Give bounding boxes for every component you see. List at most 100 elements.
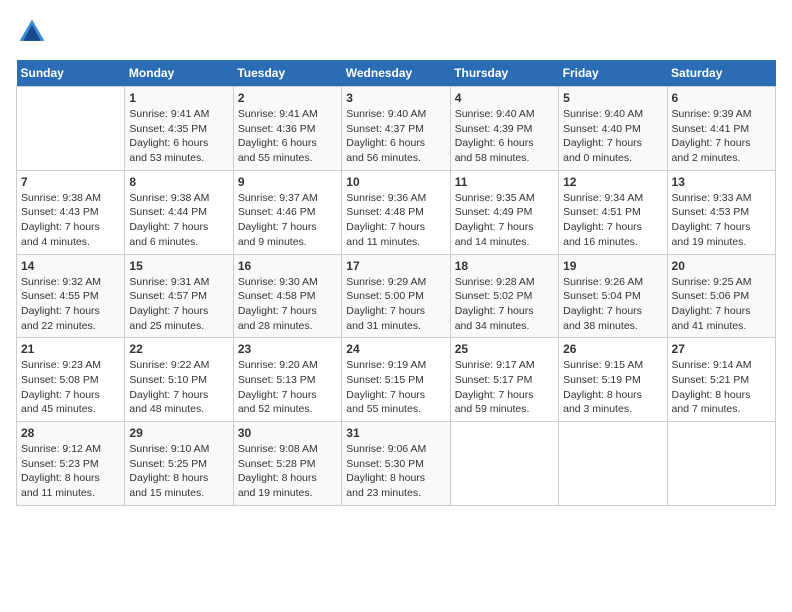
day-info: Sunrise: 9:08 AM Sunset: 5:28 PM Dayligh… [238,442,337,501]
day-number: 24 [346,342,445,356]
calendar-day-cell: 28 Sunrise: 9:12 AM Sunset: 5:23 PM Dayli… [17,422,125,506]
day-info: Sunrise: 9:40 AM Sunset: 4:39 PM Dayligh… [455,107,554,166]
calendar-day-cell: 19 Sunrise: 9:26 AM Sunset: 5:04 PM Dayli… [559,254,667,338]
calendar-day-cell: 15 Sunrise: 9:31 AM Sunset: 4:57 PM Dayli… [125,254,233,338]
calendar-day-cell: 5Sunrise: 9:40 AM Sunset: 4:40 PM Daylig… [559,87,667,171]
day-number: 13 [672,175,771,189]
day-number: 7 [21,175,120,189]
calendar-day-cell [667,422,775,506]
day-number: 12 [563,175,662,189]
calendar-day-cell: 12 Sunrise: 9:34 AM Sunset: 4:51 PM Dayli… [559,170,667,254]
day-number: 18 [455,259,554,273]
calendar-day-cell [450,422,558,506]
calendar-table: SundayMondayTuesdayWednesdayThursdayFrid… [16,60,776,506]
day-info: Sunrise: 9:39 AM Sunset: 4:41 PM Dayligh… [672,107,771,166]
calendar-day-cell: 24 Sunrise: 9:19 AM Sunset: 5:15 PM Dayli… [342,338,450,422]
day-info: Sunrise: 9:38 AM Sunset: 4:44 PM Dayligh… [129,191,228,250]
calendar-day-cell: 9 Sunrise: 9:37 AM Sunset: 4:46 PM Daylig… [233,170,341,254]
calendar-week-row: 14 Sunrise: 9:32 AM Sunset: 4:55 PM Dayli… [17,254,776,338]
day-number: 3 [346,91,445,105]
day-number: 2 [238,91,337,105]
day-info: Sunrise: 9:20 AM Sunset: 5:13 PM Dayligh… [238,358,337,417]
day-number: 10 [346,175,445,189]
day-info: Sunrise: 9:37 AM Sunset: 4:46 PM Dayligh… [238,191,337,250]
calendar-day-cell [559,422,667,506]
calendar-day-cell: 7 Sunrise: 9:38 AM Sunset: 4:43 PM Daylig… [17,170,125,254]
day-info: Sunrise: 9:36 AM Sunset: 4:48 PM Dayligh… [346,191,445,250]
day-info: Sunrise: 9:30 AM Sunset: 4:58 PM Dayligh… [238,275,337,334]
day-number: 27 [672,342,771,356]
header-day: Thursday [450,60,558,87]
day-info: Sunrise: 9:38 AM Sunset: 4:43 PM Dayligh… [21,191,120,250]
day-info: Sunrise: 9:12 AM Sunset: 5:23 PM Dayligh… [21,442,120,501]
calendar-day-cell: 2 Sunrise: 9:41 AM Sunset: 4:36 PM Daylig… [233,87,341,171]
day-number: 23 [238,342,337,356]
header-day: Saturday [667,60,775,87]
day-number: 22 [129,342,228,356]
day-info: Sunrise: 9:10 AM Sunset: 5:25 PM Dayligh… [129,442,228,501]
page-header [16,16,776,48]
calendar-day-cell: 1 Sunrise: 9:41 AM Sunset: 4:35 PM Daylig… [125,87,233,171]
calendar-day-cell: 17 Sunrise: 9:29 AM Sunset: 5:00 PM Dayli… [342,254,450,338]
day-info: Sunrise: 9:06 AM Sunset: 5:30 PM Dayligh… [346,442,445,501]
day-info: Sunrise: 9:29 AM Sunset: 5:00 PM Dayligh… [346,275,445,334]
logo-icon [16,16,48,48]
calendar-day-cell: 23 Sunrise: 9:20 AM Sunset: 5:13 PM Dayli… [233,338,341,422]
day-info: Sunrise: 9:41 AM Sunset: 4:36 PM Dayligh… [238,107,337,166]
calendar-day-cell: 14 Sunrise: 9:32 AM Sunset: 4:55 PM Dayli… [17,254,125,338]
calendar-day-cell: 31 Sunrise: 9:06 AM Sunset: 5:30 PM Dayli… [342,422,450,506]
day-number: 9 [238,175,337,189]
day-number: 4 [455,91,554,105]
day-number: 20 [672,259,771,273]
calendar-day-cell: 13 Sunrise: 9:33 AM Sunset: 4:53 PM Dayli… [667,170,775,254]
calendar-day-cell: 11Sunrise: 9:35 AM Sunset: 4:49 PM Dayli… [450,170,558,254]
day-number: 17 [346,259,445,273]
header-day: Tuesday [233,60,341,87]
day-number: 14 [21,259,120,273]
calendar-day-cell: 22 Sunrise: 9:22 AM Sunset: 5:10 PM Dayli… [125,338,233,422]
calendar-week-row: 1 Sunrise: 9:41 AM Sunset: 4:35 PM Daylig… [17,87,776,171]
day-number: 26 [563,342,662,356]
calendar-day-cell: 25Sunrise: 9:17 AM Sunset: 5:17 PM Dayli… [450,338,558,422]
day-info: Sunrise: 9:19 AM Sunset: 5:15 PM Dayligh… [346,358,445,417]
day-info: Sunrise: 9:33 AM Sunset: 4:53 PM Dayligh… [672,191,771,250]
calendar-day-cell: 30 Sunrise: 9:08 AM Sunset: 5:28 PM Dayli… [233,422,341,506]
calendar-day-cell: 29 Sunrise: 9:10 AM Sunset: 5:25 PM Dayli… [125,422,233,506]
calendar-week-row: 21 Sunrise: 9:23 AM Sunset: 5:08 PM Dayli… [17,338,776,422]
day-number: 5 [563,91,662,105]
day-info: Sunrise: 9:14 AM Sunset: 5:21 PM Dayligh… [672,358,771,417]
calendar-day-cell: 26 Sunrise: 9:15 AM Sunset: 5:19 PM Dayli… [559,338,667,422]
calendar-day-cell: 8Sunrise: 9:38 AM Sunset: 4:44 PM Daylig… [125,170,233,254]
header-day: Monday [125,60,233,87]
calendar-day-cell: 16 Sunrise: 9:30 AM Sunset: 4:58 PM Dayli… [233,254,341,338]
day-info: Sunrise: 9:22 AM Sunset: 5:10 PM Dayligh… [129,358,228,417]
day-number: 29 [129,426,228,440]
calendar-header: SundayMondayTuesdayWednesdayThursdayFrid… [17,60,776,87]
day-number: 21 [21,342,120,356]
calendar-day-cell: 18Sunrise: 9:28 AM Sunset: 5:02 PM Dayli… [450,254,558,338]
calendar-week-row: 28 Sunrise: 9:12 AM Sunset: 5:23 PM Dayli… [17,422,776,506]
day-info: Sunrise: 9:26 AM Sunset: 5:04 PM Dayligh… [563,275,662,334]
day-number: 6 [672,91,771,105]
calendar-day-cell [17,87,125,171]
day-info: Sunrise: 9:31 AM Sunset: 4:57 PM Dayligh… [129,275,228,334]
day-number: 16 [238,259,337,273]
day-info: Sunrise: 9:17 AM Sunset: 5:17 PM Dayligh… [455,358,554,417]
day-info: Sunrise: 9:25 AM Sunset: 5:06 PM Dayligh… [672,275,771,334]
calendar-day-cell: 21 Sunrise: 9:23 AM Sunset: 5:08 PM Dayli… [17,338,125,422]
day-info: Sunrise: 9:34 AM Sunset: 4:51 PM Dayligh… [563,191,662,250]
day-number: 28 [21,426,120,440]
day-info: Sunrise: 9:41 AM Sunset: 4:35 PM Dayligh… [129,107,228,166]
day-number: 15 [129,259,228,273]
day-info: Sunrise: 9:32 AM Sunset: 4:55 PM Dayligh… [21,275,120,334]
day-number: 19 [563,259,662,273]
day-number: 1 [129,91,228,105]
day-info: Sunrise: 9:15 AM Sunset: 5:19 PM Dayligh… [563,358,662,417]
day-number: 31 [346,426,445,440]
calendar-body: 1 Sunrise: 9:41 AM Sunset: 4:35 PM Daylig… [17,87,776,506]
header-day: Sunday [17,60,125,87]
day-info: Sunrise: 9:23 AM Sunset: 5:08 PM Dayligh… [21,358,120,417]
calendar-day-cell: 27 Sunrise: 9:14 AM Sunset: 5:21 PM Dayli… [667,338,775,422]
day-number: 30 [238,426,337,440]
header-row: SundayMondayTuesdayWednesdayThursdayFrid… [17,60,776,87]
